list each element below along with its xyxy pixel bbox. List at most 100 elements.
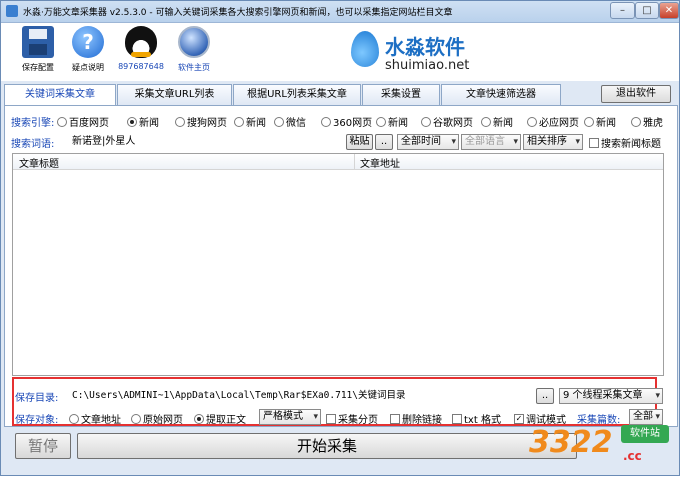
results-table[interactable]: 文章标题 文章地址 — [12, 153, 664, 376]
save-dir-row: 保存目录: — [15, 389, 58, 404]
radio-icon[interactable] — [194, 414, 204, 424]
engine-option[interactable]: 新闻 — [127, 114, 159, 129]
save-target-option[interactable]: 提取正文 — [194, 411, 246, 426]
table-header: 文章标题 文章地址 — [13, 154, 663, 170]
checkbox-icon[interactable] — [390, 414, 400, 424]
water-drop-icon — [351, 31, 379, 67]
radio-icon[interactable] — [175, 117, 185, 127]
search-engine-label: 搜索引擎: — [11, 118, 55, 129]
engine-label: 新闻 — [596, 118, 616, 129]
homepage-label: 软件主页 — [178, 63, 210, 72]
save-config-button[interactable]: 保存配置 — [15, 26, 61, 73]
checkbox-icon[interactable] — [326, 414, 336, 424]
watermark-number: 3322 — [529, 425, 613, 460]
sort-select[interactable]: 相关排序 — [523, 134, 583, 150]
close-button[interactable]: ✕ — [659, 2, 679, 19]
toolbar: 保存配置 ? 疑点说明 897687648 软件主页 水淼软件 shuimiao… — [1, 23, 679, 81]
engine-option[interactable]: 微信 — [274, 114, 306, 129]
save-target-option-label: 提取正文 — [206, 415, 246, 426]
radio-icon[interactable] — [421, 117, 431, 127]
save-dir-input[interactable]: C:\Users\ADMINI~1\AppData\Local\Temp\Rar… — [68, 388, 532, 404]
tab-keyword-collect[interactable]: 关键词采集文章 — [4, 84, 116, 106]
tab-bar: 关键词采集文章 采集文章URL列表 根据URL列表采集文章 采集设置 文章快速筛… — [4, 84, 679, 106]
qq-icon — [125, 26, 157, 58]
app-window: 水淼·万能文章采集器 v2.5.3.0 - 可输入关键词采集各大搜索引擎网页和新… — [0, 0, 680, 476]
remove-links-label: 删除链接 — [402, 415, 442, 426]
radio-icon[interactable] — [131, 414, 141, 424]
column-article-url[interactable]: 文章地址 — [360, 155, 400, 170]
engine-option[interactable]: 搜狗网页 — [175, 114, 227, 129]
radio-icon[interactable] — [584, 117, 594, 127]
save-target-row: 保存对象: — [15, 411, 58, 426]
language-select[interactable]: 全部语言 — [461, 134, 521, 150]
engine-label: 新闻 — [246, 118, 266, 129]
txt-format-option[interactable]: txt 格式 — [452, 411, 501, 426]
keywords-label: 搜索词语: — [11, 139, 55, 150]
qq-button[interactable]: 897687648 — [118, 26, 164, 71]
save-config-label: 保存配置 — [22, 63, 54, 72]
keywords-row: 搜索词语: — [11, 135, 54, 150]
save-dir-browse-button[interactable]: .. — [536, 388, 554, 404]
engine-option[interactable]: 谷歌网页 — [421, 114, 473, 129]
radio-icon[interactable] — [274, 117, 284, 127]
checkbox-icon[interactable] — [589, 138, 599, 148]
tab-settings[interactable]: 采集设置 — [362, 84, 440, 105]
qq-number-label: 897687648 — [118, 62, 164, 71]
mode-select[interactable]: 严格模式 — [259, 409, 321, 425]
radio-icon[interactable] — [234, 117, 244, 127]
engine-label: 搜狗网页 — [187, 118, 227, 129]
keywords-input[interactable]: 新诺登|外星人 — [68, 134, 343, 150]
engine-option[interactable]: 雅虎 — [631, 114, 663, 129]
engine-option[interactable]: 新闻 — [234, 114, 266, 129]
window-title: 水淼·万能文章采集器 v2.5.3.0 - 可输入关键词采集各大搜索引擎网页和新… — [23, 8, 453, 18]
radio-icon[interactable] — [481, 117, 491, 127]
start-button[interactable]: 开始采集 — [77, 433, 577, 459]
minimize-button[interactable]: – — [610, 2, 635, 19]
engine-option[interactable]: 360网页 — [321, 114, 372, 129]
save-target-label: 保存对象: — [15, 415, 59, 426]
column-divider[interactable] — [354, 154, 355, 170]
help-button[interactable]: ? 疑点说明 — [65, 26, 111, 73]
save-target-option[interactable]: 文章地址 — [69, 411, 121, 426]
tab-collect-by-url[interactable]: 根据URL列表采集文章 — [233, 84, 361, 105]
tab-url-list[interactable]: 采集文章URL列表 — [117, 84, 232, 105]
tab-article-filter[interactable]: 文章快速筛选器 — [441, 84, 561, 105]
engine-label: 谷歌网页 — [433, 118, 473, 129]
news-title-option[interactable]: 搜索新闻标题 — [589, 135, 661, 150]
search-engine-row: 搜索引擎: — [11, 114, 54, 129]
exit-button[interactable]: 退出软件 — [601, 85, 671, 103]
paging-option[interactable]: 采集分页 — [326, 411, 378, 426]
save-target-option[interactable]: 原始网页 — [131, 411, 183, 426]
radio-icon[interactable] — [527, 117, 537, 127]
news-title-label: 搜索新闻标题 — [601, 139, 661, 150]
radio-icon[interactable] — [376, 117, 386, 127]
engine-option[interactable]: 百度网页 — [57, 114, 109, 129]
radio-icon[interactable] — [57, 117, 67, 127]
engine-option[interactable]: 新闻 — [376, 114, 408, 129]
pause-button[interactable]: 暂停 — [15, 433, 71, 459]
paging-label: 采集分页 — [338, 415, 378, 426]
title-bar: 水淼·万能文章采集器 v2.5.3.0 - 可输入关键词采集各大搜索引擎网页和新… — [1, 1, 679, 23]
globe-icon — [178, 26, 210, 58]
homepage-button[interactable]: 软件主页 — [171, 26, 217, 73]
time-select[interactable]: 全部时间 — [397, 134, 459, 150]
remove-links-option[interactable]: 删除链接 — [390, 411, 442, 426]
engine-label: 微信 — [286, 118, 306, 129]
radio-icon[interactable] — [321, 117, 331, 127]
radio-icon[interactable] — [127, 117, 137, 127]
checkbox-icon[interactable] — [452, 414, 462, 424]
engine-label: 必应网页 — [539, 118, 579, 129]
engine-option[interactable]: 新闻 — [481, 114, 513, 129]
radio-icon[interactable] — [631, 117, 641, 127]
paste-button[interactable]: 粘贴 — [346, 134, 373, 150]
engine-option[interactable]: 新闻 — [584, 114, 616, 129]
watermark: 3322 软件站 .cc — [521, 419, 680, 477]
radio-icon[interactable] — [69, 414, 79, 424]
column-article-title[interactable]: 文章标题 — [19, 155, 59, 170]
engine-option[interactable]: 必应网页 — [527, 114, 579, 129]
keywords-browse-button[interactable]: .. — [375, 134, 393, 150]
save-target-option-label: 文章地址 — [81, 415, 121, 426]
maximize-button[interactable]: □ — [635, 2, 659, 19]
threads-select[interactable]: 9 个线程采集文章 — [559, 388, 663, 404]
help-label: 疑点说明 — [72, 63, 104, 72]
